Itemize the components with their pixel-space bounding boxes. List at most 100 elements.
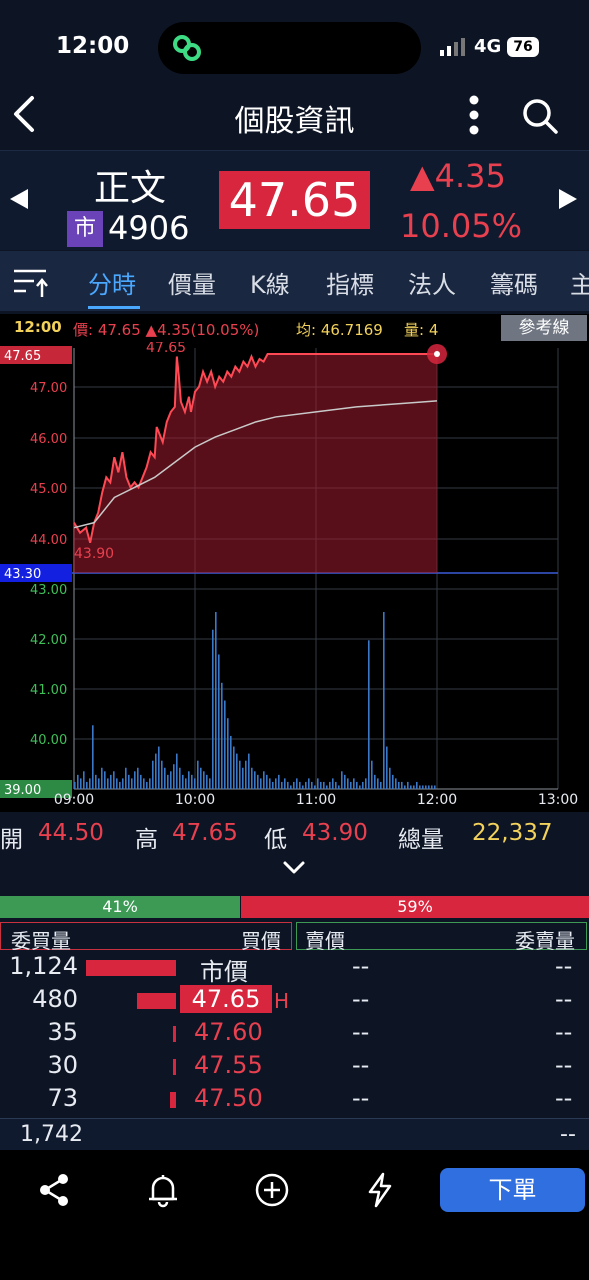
page-title: 個股資訊 bbox=[234, 104, 355, 139]
order-book-row[interactable]: 1,124 市價 -- -- bbox=[0, 952, 589, 986]
ask-quantity: -- bbox=[555, 1018, 573, 1046]
bid-header: 委買量 買價 bbox=[0, 922, 292, 953]
low-price-label: 43.90 bbox=[74, 546, 114, 562]
volume-bar bbox=[353, 778, 355, 789]
tab-bar: 分時 價量 K線 指標 法人 籌碼 主 bbox=[0, 251, 589, 311]
volume-bar bbox=[224, 700, 226, 789]
volume-bar bbox=[275, 778, 277, 789]
ask-header: 賣價 委賣量 bbox=[296, 922, 587, 953]
volume-bar bbox=[215, 612, 217, 789]
link-icon bbox=[173, 35, 201, 61]
order-book-row[interactable]: 30 47.55 -- -- bbox=[0, 1051, 589, 1084]
volume-bar bbox=[209, 778, 211, 789]
volume-bar bbox=[377, 778, 379, 789]
search-icon[interactable] bbox=[520, 96, 560, 136]
tab-price-volume[interactable]: 價量 bbox=[168, 265, 216, 300]
bottom-toolbar: 下單 bbox=[0, 1150, 589, 1280]
volume-bar bbox=[290, 785, 292, 789]
volume-bar bbox=[344, 774, 346, 789]
volume-bar bbox=[308, 778, 310, 789]
volume-bar bbox=[191, 774, 193, 789]
volume-bar bbox=[254, 771, 256, 789]
volume-bar bbox=[92, 725, 94, 789]
bid-price: 47.50 bbox=[194, 1084, 263, 1112]
volume-bar bbox=[278, 774, 280, 789]
volume-bar bbox=[116, 778, 118, 789]
order-book-row[interactable]: 35 47.60 -- -- bbox=[0, 1018, 589, 1051]
bid-quantity: 30 bbox=[47, 1051, 78, 1079]
bid-quantity-bar bbox=[170, 1092, 176, 1108]
volume-bar bbox=[368, 640, 370, 789]
lightning-icon[interactable] bbox=[362, 1172, 398, 1208]
volume-bar bbox=[86, 781, 88, 789]
volume-bar bbox=[230, 735, 232, 789]
chart-info-line: 12:00 價: 47.65 ▲4.35(10.05%) 均: 46.7169 … bbox=[0, 314, 589, 342]
share-icon[interactable] bbox=[36, 1172, 72, 1208]
info-price: 價: 47.65 ▲4.35(10.05%) bbox=[73, 321, 260, 339]
open-label: 開 bbox=[0, 827, 23, 853]
price-tick-label: 39.00 bbox=[4, 783, 41, 798]
ask-quantity: -- bbox=[555, 985, 573, 1013]
more-vertical-icon[interactable] bbox=[462, 94, 486, 136]
price-change-percent: 10.05% bbox=[400, 207, 523, 245]
info-average: 均: 46.7169 bbox=[296, 321, 383, 339]
volume-bar bbox=[365, 778, 367, 789]
ask-price: -- bbox=[352, 952, 370, 980]
order-book-row[interactable]: 73 47.50 -- -- bbox=[0, 1084, 589, 1117]
volume-bar bbox=[107, 778, 109, 789]
volume-bar bbox=[293, 781, 295, 789]
volume-bar bbox=[419, 785, 421, 789]
price-tick-label: 45.00 bbox=[30, 482, 67, 497]
bid-quantity-header: 委買量 bbox=[11, 929, 71, 953]
buy-ratio: 41% bbox=[0, 896, 240, 918]
bell-icon[interactable] bbox=[145, 1172, 181, 1208]
volume-bar bbox=[146, 781, 148, 789]
info-volume: 量: 4 bbox=[404, 321, 439, 339]
high-price-label: 47.65 bbox=[146, 342, 186, 356]
bid-quantity: 35 bbox=[47, 1018, 78, 1046]
previous-stock-icon[interactable] bbox=[10, 189, 28, 209]
place-order-button[interactable]: 下單 bbox=[440, 1168, 585, 1212]
tab-k-line[interactable]: K線 bbox=[250, 265, 290, 300]
tab-time-share[interactable]: 分時 bbox=[88, 265, 136, 300]
volume-bar bbox=[251, 767, 253, 789]
active-tab-indicator bbox=[88, 306, 140, 309]
price-tick-label: 42.00 bbox=[30, 633, 67, 648]
order-book-row[interactable]: 480 47.65 H -- -- bbox=[0, 985, 589, 1018]
volume-bar bbox=[314, 785, 316, 789]
tab-chips[interactable]: 籌碼 bbox=[490, 265, 538, 300]
volume-bar bbox=[434, 785, 436, 789]
volume-bar bbox=[140, 774, 142, 789]
intraday-chart[interactable]: 47.65 47.00 46.00 45.00 44.00 43.30 43.00 42.00… bbox=[0, 342, 589, 812]
volume-bar bbox=[113, 771, 115, 789]
volume-bar bbox=[110, 774, 112, 789]
volume-bar bbox=[272, 781, 274, 789]
price-tick-label: 43.00 bbox=[30, 583, 67, 598]
tab-institutional[interactable]: 法人 bbox=[408, 265, 456, 300]
volume-bar bbox=[407, 781, 409, 789]
chevron-down-icon[interactable] bbox=[282, 858, 306, 878]
total-volume-value: 22,337 bbox=[472, 820, 553, 846]
buy-sell-ratio-bar: 41% 59% bbox=[0, 896, 589, 918]
order-book-total: 1,742 -- bbox=[0, 1118, 589, 1150]
ask-price: -- bbox=[352, 1018, 370, 1046]
sort-menu-icon[interactable] bbox=[12, 267, 50, 299]
volume-bar bbox=[158, 746, 160, 789]
volume-bar bbox=[350, 781, 352, 789]
volume-bar bbox=[413, 785, 415, 789]
last-price-marker-center bbox=[434, 351, 440, 357]
volume-bar bbox=[137, 767, 139, 789]
nav-bar: 個股資訊 bbox=[0, 92, 589, 150]
volume-bar bbox=[341, 771, 343, 789]
add-icon[interactable] bbox=[254, 1172, 290, 1208]
reference-line-button[interactable]: 參考線 bbox=[501, 315, 587, 341]
tab-main[interactable]: 主 bbox=[570, 265, 589, 300]
volume-bar bbox=[149, 778, 151, 789]
open-value: 44.50 bbox=[38, 820, 104, 846]
next-stock-icon[interactable] bbox=[559, 189, 577, 209]
status-time: 12:00 bbox=[56, 33, 130, 59]
volume-bar bbox=[410, 785, 412, 789]
total-volume-label: 總量 bbox=[398, 827, 444, 853]
tab-indicators[interactable]: 指標 bbox=[326, 265, 374, 300]
volume-bar bbox=[197, 760, 199, 789]
